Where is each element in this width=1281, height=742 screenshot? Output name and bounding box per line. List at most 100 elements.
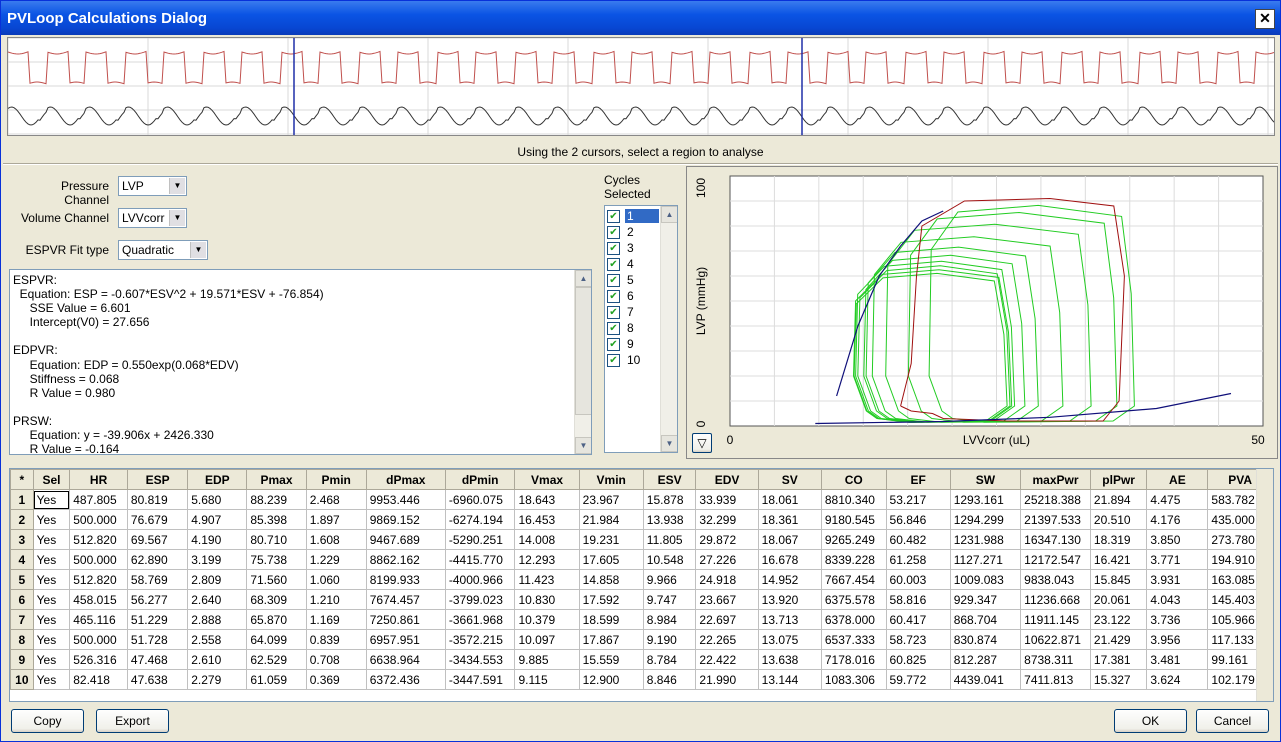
table-row[interactable]: 6 Yes 458.015 56.277 2.640 68.309 1.210 7674.45… bbox=[10, 589, 1273, 610]
table-cell[interactable]: 7674.457 bbox=[365, 589, 446, 610]
table-cell[interactable]: 2.558 bbox=[187, 629, 248, 650]
scroll-up-icon[interactable]: ▲ bbox=[661, 206, 677, 223]
table-cell[interactable]: 11.423 bbox=[514, 569, 580, 590]
table-cell[interactable]: 10.548 bbox=[642, 549, 697, 570]
table-cell[interactable]: 80.819 bbox=[126, 489, 189, 510]
scroll-up-icon[interactable]: ▲ bbox=[575, 270, 591, 287]
table-cell[interactable]: -6960.075 bbox=[444, 489, 516, 510]
table-cell[interactable]: 14.008 bbox=[514, 529, 580, 550]
table-cell[interactable]: 10.830 bbox=[514, 589, 580, 610]
scroll-down-icon[interactable]: ▼ bbox=[661, 435, 677, 452]
table-cell[interactable]: 56.277 bbox=[126, 589, 189, 610]
table-cell[interactable]: 3.736 bbox=[1146, 609, 1209, 630]
table-cell[interactable]: 1293.161 bbox=[949, 489, 1022, 510]
table-cell[interactable]: 3.850 bbox=[1146, 529, 1209, 550]
results-scrollbar[interactable]: ▲ ▼ bbox=[574, 270, 591, 454]
cycle-item[interactable]: ✔ 5 bbox=[607, 272, 661, 288]
table-cell[interactable]: 58.723 bbox=[885, 629, 951, 650]
table-row[interactable]: 2 Yes 500.000 76.679 4.907 85.398 1.897 9869.15… bbox=[10, 509, 1273, 530]
table-cell[interactable]: 6378.000 bbox=[820, 609, 887, 630]
results-textbox[interactable]: ESPVR: Equation: ESP = -0.607*ESV^2 + 19… bbox=[9, 269, 592, 455]
cycle-item[interactable]: ✔ 1 bbox=[607, 208, 661, 224]
table-cell[interactable]: 3.481 bbox=[1146, 649, 1209, 670]
table-cell[interactable]: 17.592 bbox=[578, 589, 644, 610]
table-cell[interactable]: 60.825 bbox=[885, 649, 951, 670]
column-header[interactable]: Vmax bbox=[514, 469, 580, 490]
table-cell[interactable]: 4.176 bbox=[1146, 509, 1209, 530]
table-cell[interactable]: 9838.043 bbox=[1020, 569, 1091, 590]
table-cell[interactable]: 53.217 bbox=[885, 489, 951, 510]
table-cell[interactable]: 60.482 bbox=[885, 529, 951, 550]
table-cell[interactable]: 12172.547 bbox=[1020, 549, 1091, 570]
table-cell[interactable]: 88.239 bbox=[246, 489, 307, 510]
table-cell[interactable]: 6957.951 bbox=[365, 629, 446, 650]
table-cell[interactable]: 4439.041 bbox=[949, 669, 1022, 690]
table-cell[interactable]: 1.897 bbox=[305, 509, 367, 530]
table-cell[interactable]: 17.381 bbox=[1089, 649, 1148, 670]
table-cell[interactable]: -4000.966 bbox=[444, 569, 516, 590]
zoom-reset-button[interactable]: ▽ bbox=[692, 433, 712, 453]
column-header[interactable]: Pmax bbox=[246, 469, 307, 490]
row-header[interactable]: 2 bbox=[10, 509, 34, 530]
table-cell[interactable]: 2.468 bbox=[305, 489, 367, 510]
table-cell[interactable]: 19.231 bbox=[578, 529, 644, 550]
table-cell[interactable]: 18.067 bbox=[757, 529, 822, 550]
cycle-checkbox[interactable]: ✔ bbox=[607, 258, 620, 271]
table-cell[interactable]: 65.870 bbox=[246, 609, 307, 630]
column-header[interactable]: ESV bbox=[642, 469, 697, 490]
cycle-item[interactable]: ✔ 9 bbox=[607, 336, 661, 352]
table-cell[interactable]: 2.640 bbox=[187, 589, 248, 610]
table-cell[interactable]: 9180.545 bbox=[820, 509, 887, 530]
table-cell[interactable]: 22.265 bbox=[695, 629, 759, 650]
table-cell[interactable]: 6537.333 bbox=[820, 629, 887, 650]
table-row[interactable]: 8 Yes 500.000 51.728 2.558 64.099 0.839 6957.95… bbox=[10, 629, 1273, 650]
table-cell[interactable]: 76.679 bbox=[126, 509, 189, 530]
table-cell[interactable]: 487.805 bbox=[69, 489, 128, 510]
table-cell[interactable]: 0.708 bbox=[305, 649, 367, 670]
table-cell[interactable]: 21397.533 bbox=[1020, 509, 1091, 530]
row-header[interactable]: 4 bbox=[10, 549, 34, 570]
table-cell[interactable]: 22.422 bbox=[695, 649, 759, 670]
table-cell[interactable]: 9.747 bbox=[642, 589, 697, 610]
table-cell[interactable]: -3572.215 bbox=[444, 629, 516, 650]
table-row[interactable]: 4 Yes 500.000 62.890 3.199 75.738 1.229 8862.16… bbox=[10, 549, 1273, 570]
table-cell[interactable]: 1.229 bbox=[305, 549, 367, 570]
row-header[interactable]: 6 bbox=[10, 589, 34, 610]
table-cell[interactable]: 7250.861 bbox=[365, 609, 446, 630]
row-header[interactable]: 5 bbox=[10, 569, 34, 590]
cycle-item[interactable]: ✔ 3 bbox=[607, 240, 661, 256]
cycle-checkbox[interactable]: ✔ bbox=[607, 306, 620, 319]
table-cell[interactable]: 9.190 bbox=[642, 629, 697, 650]
table-cell[interactable]: 11.805 bbox=[642, 529, 697, 550]
table-cell[interactable]: 10.097 bbox=[514, 629, 580, 650]
chevron-down-icon[interactable]: ▼ bbox=[169, 210, 185, 226]
cancel-button[interactable]: Cancel bbox=[1196, 709, 1269, 733]
table-cell[interactable]: 69.567 bbox=[126, 529, 189, 550]
column-header[interactable]: HR bbox=[69, 469, 128, 490]
table-cell[interactable]: 15.878 bbox=[642, 489, 697, 510]
table-cell[interactable]: 23.122 bbox=[1089, 609, 1148, 630]
overview-trace[interactable] bbox=[7, 37, 1275, 136]
table-cell[interactable]: 22.697 bbox=[695, 609, 759, 630]
espvr-fit-select[interactable]: Quadratic ▼ bbox=[118, 240, 208, 260]
table-cell[interactable]: 1.210 bbox=[305, 589, 367, 610]
column-header[interactable]: Pmin bbox=[305, 469, 367, 490]
table-cell[interactable]: 9953.446 bbox=[365, 489, 446, 510]
table-cell[interactable]: 2.888 bbox=[187, 609, 248, 630]
table-cell[interactable]: 3.956 bbox=[1146, 629, 1209, 650]
table-cell[interactable]: 12.293 bbox=[514, 549, 580, 570]
table-cell[interactable]: 2.279 bbox=[187, 669, 248, 690]
table-cell[interactable]: 10.379 bbox=[514, 609, 580, 630]
pressure-channel-select[interactable]: LVP ▼ bbox=[118, 176, 187, 196]
table-cell[interactable]: 58.769 bbox=[126, 569, 189, 590]
scroll-down-icon[interactable]: ▼ bbox=[575, 437, 591, 454]
column-header[interactable]: EDV bbox=[695, 469, 759, 490]
column-header[interactable]: CO bbox=[820, 469, 887, 490]
table-cell[interactable]: 3.624 bbox=[1146, 669, 1209, 690]
table-cell[interactable]: 7178.016 bbox=[820, 649, 887, 670]
table-cell[interactable]: 24.918 bbox=[695, 569, 759, 590]
table-cell[interactable]: 1294.299 bbox=[949, 509, 1022, 530]
cycle-item[interactable]: ✔ 8 bbox=[607, 320, 661, 336]
table-cell[interactable]: 5.680 bbox=[187, 489, 248, 510]
column-header[interactable]: maxPwr bbox=[1020, 469, 1091, 490]
